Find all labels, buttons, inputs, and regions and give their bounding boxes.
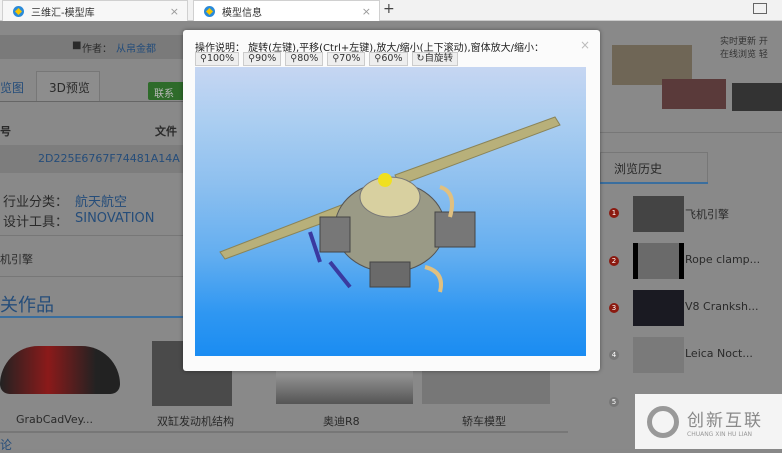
window-icon[interactable] bbox=[753, 3, 767, 14]
related-works-title: 关作品 bbox=[0, 295, 54, 316]
related-item-name[interactable]: GrabCadVey... bbox=[16, 413, 93, 426]
close-tab-icon[interactable]: × bbox=[362, 5, 371, 18]
history-thumb[interactable] bbox=[633, 196, 684, 232]
propeller-hub bbox=[378, 173, 392, 187]
history-item[interactable]: V8 Cranksh... bbox=[685, 300, 759, 313]
tab-preview-image[interactable]: 览图 bbox=[0, 79, 24, 96]
history-thumb[interactable] bbox=[633, 290, 684, 326]
author-link[interactable]: 从帛金都 bbox=[116, 40, 156, 55]
site-logo-icon bbox=[13, 5, 24, 17]
engine-model bbox=[219, 116, 561, 293]
history-tab[interactable]: 浏览历史 bbox=[600, 152, 708, 182]
user-icon: ■ bbox=[72, 40, 82, 51]
industry-link[interactable]: 航天航空 bbox=[75, 191, 127, 210]
browser-tab-model-info[interactable]: 模型信息 × bbox=[193, 0, 380, 21]
magnifier-icon: ⚲ bbox=[200, 53, 207, 64]
model-name: 机引擎 bbox=[0, 253, 33, 266]
model-viewer-dialog: 操作说明： 旋转(左键),平移(Ctrl+左键),放大/缩小(上下滚动),窗体放… bbox=[183, 30, 600, 371]
history-item[interactable]: 飞机引擎 bbox=[685, 206, 729, 222]
related-thumb-3[interactable] bbox=[276, 371, 413, 404]
browser-tab-model-library[interactable]: 三维汇-模型库 × bbox=[2, 0, 188, 21]
close-tab-icon[interactable]: × bbox=[170, 5, 179, 18]
design-tool-link[interactable]: SINOVATION bbox=[75, 211, 155, 226]
model-id: 2D225E6767F74481A14A bbox=[38, 152, 180, 165]
zoom-100-button[interactable]: ⚲100% bbox=[195, 52, 240, 66]
3d-viewer-canvas[interactable] bbox=[195, 67, 586, 356]
history-item[interactable]: Leica Noct... bbox=[685, 347, 753, 360]
propeller-blade-right bbox=[394, 116, 561, 186]
site-logo-icon bbox=[204, 5, 215, 17]
related-item-name[interactable]: 轿车模型 bbox=[462, 413, 506, 429]
history-item[interactable]: Rope clamp... bbox=[685, 253, 760, 266]
zoom-90-button[interactable]: ⚲90% bbox=[243, 52, 282, 66]
new-tab-button[interactable]: + bbox=[383, 1, 395, 17]
related-item-name[interactable]: 双缸发动机结构 bbox=[157, 413, 234, 429]
related-thumb-1[interactable] bbox=[0, 346, 120, 394]
zoom-toolbar: ⚲100% ⚲90% ⚲80% ⚲70% ⚲60% ↻自旋转 bbox=[195, 52, 458, 66]
related-thumb-4[interactable] bbox=[422, 371, 550, 404]
browser-tab-bar: 三维汇-模型库 × 模型信息 × + bbox=[0, 0, 782, 21]
contact-button[interactable]: 联系 bbox=[148, 82, 188, 100]
tab-3d-preview[interactable]: 3D预览 bbox=[36, 71, 100, 101]
zoom-70-button[interactable]: ⚲70% bbox=[327, 52, 366, 66]
related-item-name[interactable]: 奥迪R8 bbox=[323, 413, 360, 429]
auto-rotate-button[interactable]: ↻自旋转 bbox=[411, 52, 458, 66]
zoom-60-button[interactable]: ⚲60% bbox=[369, 52, 408, 66]
watermark-icon bbox=[647, 405, 679, 438]
watermark-logo: 创新互联 CHUANG XIN HU LIAN bbox=[635, 394, 782, 449]
zoom-80-button[interactable]: ⚲80% bbox=[285, 52, 324, 66]
author-label: 作者： bbox=[82, 44, 112, 55]
history-thumb[interactable] bbox=[633, 243, 684, 279]
history-thumb[interactable] bbox=[633, 337, 684, 373]
close-dialog-button[interactable]: × bbox=[580, 38, 590, 52]
